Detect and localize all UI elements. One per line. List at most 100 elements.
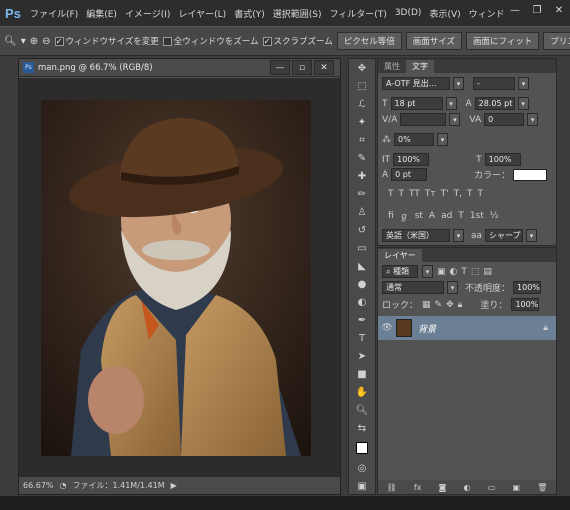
minimize-icon[interactable]: — [504,0,526,20]
link-layers-icon[interactable]: ⛓ [387,483,397,492]
dodge-tool-icon[interactable]: ◐ [349,293,375,311]
underline-icon[interactable]: T [467,189,473,199]
restore-icon[interactable]: ❐ [526,0,548,20]
menu-view[interactable]: 表示(V) [425,7,464,20]
layer-style-icon[interactable]: fx [414,483,422,492]
eraser-tool-icon[interactable]: ▭ [349,239,375,257]
actual-pixels-button[interactable]: ピクセル等倍 [336,32,402,50]
superscript-icon[interactable]: T' [441,189,449,199]
chevron-down-icon[interactable]: ▾ [437,133,448,146]
color-swatch[interactable] [513,168,548,181]
all-windows-checkbox[interactable]: 全ウィンドウをズーム [162,35,259,47]
doc-restore-icon[interactable]: ▫ [292,60,312,75]
chevron-down-icon[interactable]: ▾ [445,97,457,110]
checkbox-unchecked-icon[interactable] [162,36,172,46]
doc-close-icon[interactable]: ✕ [314,60,334,75]
lock-all-icon[interactable]: 🔒︎ [458,300,463,310]
strikethrough-icon[interactable]: T [477,189,483,199]
lock-position-icon[interactable]: ✥ [446,300,454,310]
lock-transparent-icon[interactable]: ▦ [422,300,431,310]
fill-field[interactable]: 100% [511,298,540,311]
crop-tool-icon[interactable]: ⌗ [349,131,375,149]
menu-edit[interactable]: 編集(E) [82,7,121,20]
horizontal-scale-field[interactable]: 100% [484,153,521,166]
move-tool-icon[interactable]: ✥ [349,59,375,77]
brush-tool-icon[interactable]: ✏ [349,185,375,203]
hand-tool-icon[interactable]: ✋ [349,383,375,401]
antialias-select[interactable]: シャープ [485,229,524,242]
vertical-scale-field[interactable]: 100% [393,153,430,166]
font-size-field[interactable]: 18 pt [390,97,443,110]
paint-bucket-tool-icon[interactable]: ◣ [349,257,375,275]
history-brush-tool-icon[interactable]: ↺ [349,221,375,239]
menu-image[interactable]: イメージ(I) [121,7,175,20]
screen-mode-icon[interactable]: ▣ [349,477,375,495]
print-size-button[interactable]: プリント [543,32,570,50]
zoom-out-icon[interactable]: ⊖ [42,33,50,49]
font-family-field[interactable]: A-OTF 見出... [382,77,450,90]
tsume-field[interactable]: 0% [394,133,434,146]
doc-minimize-icon[interactable]: — [270,60,290,75]
type-tool-icon[interactable]: T [349,329,375,347]
clone-stamp-tool-icon[interactable]: ♙ [349,203,375,221]
filter-type-icon[interactable]: T [461,267,467,277]
zoom-level[interactable]: 66.67% [23,481,54,490]
path-selection-tool-icon[interactable]: ➤ [349,347,375,365]
chevron-down-icon[interactable]: ▾ [449,113,461,126]
document-tab[interactable]: Ps man.png @ 66.7% (RGB/8) — ▫ ✕ [19,59,340,77]
close-icon[interactable]: ✕ [548,0,570,20]
small-caps-icon[interactable]: Tт [425,189,436,199]
canvas-area[interactable] [19,78,340,477]
magic-wand-tool-icon[interactable]: ✦ [349,113,375,131]
chevron-down-icon[interactable]: ▾ [526,229,538,242]
healing-brush-tool-icon[interactable]: ✚ [349,167,375,185]
status-icon[interactable]: ◔ [60,481,67,490]
menu-select[interactable]: 選択範囲(S) [269,7,326,20]
add-mask-icon[interactable]: ◙ [439,483,447,492]
old-style-icon[interactable]: ℊ [400,209,409,222]
scrubby-zoom-checkbox[interactable]: ✓ スクラブズーム [262,35,333,47]
faux-bold-icon[interactable]: T [388,189,394,199]
resize-windows-checkbox[interactable]: ✓ ウィンドウサイズを変更 [54,35,159,47]
blend-mode-select[interactable]: 通常 [382,281,444,294]
swap-colors-icon[interactable]: ⇆ [349,419,375,437]
language-select[interactable]: 英語（米国） [382,229,450,242]
zoom-in-icon[interactable]: ⊕ [30,33,38,49]
zoom-tool-icon[interactable]: 🔍︎ [4,33,17,49]
rectangle-tool-icon[interactable]: ■ [349,365,375,383]
tab-character[interactable]: 文字 [406,60,434,73]
quick-mask-icon[interactable]: ◎ [349,459,375,477]
fit-screen-button[interactable]: 画面サイズ [405,32,463,50]
visibility-eye-icon[interactable]: 👁︎ [378,323,396,333]
leading-field[interactable]: 28.05 pt [474,97,515,110]
chevron-down-icon[interactable]: ▾ [517,97,529,110]
photo-image[interactable] [41,100,311,456]
chevron-down-icon[interactable]: ▾ [453,77,464,90]
layer-row-background[interactable]: 👁︎ 背景 🔒︎ [378,316,556,340]
subscript-icon[interactable]: T, [454,189,462,199]
baseline-shift-field[interactable]: 0 pt [391,168,428,181]
blur-tool-icon[interactable]: ● [349,275,375,293]
swash-icon[interactable]: A [429,211,435,221]
new-layer-icon[interactable]: ▣ [512,483,520,492]
chevron-down-icon[interactable]: ▾ [21,33,26,49]
kerning-field[interactable] [400,113,447,126]
chevron-down-icon[interactable]: ▾ [422,265,433,278]
filter-shape-icon[interactable]: ⬚ [471,267,480,277]
lock-image-icon[interactable]: ✎ [435,300,443,310]
zoom-tool-icon[interactable]: 🔍︎ [349,401,375,419]
eyedropper-tool-icon[interactable]: ✎ [349,149,375,167]
lasso-tool-icon[interactable]: ℒ [349,95,375,113]
menu-window[interactable]: ウィンド [465,7,509,20]
chevron-down-icon[interactable]: ▾ [518,77,529,90]
discretionary-ligatures-icon[interactable]: st [415,211,423,221]
tab-layers[interactable]: レイヤー [378,249,422,262]
filter-adjustment-icon[interactable]: ◐ [450,267,458,277]
titling-alternates-icon[interactable]: T [458,211,464,221]
trash-icon[interactable]: 🗑︎ [537,483,547,492]
filter-smart-object-icon[interactable]: ▤ [483,267,492,277]
new-group-icon[interactable]: ▭ [488,483,496,492]
ligatures-icon[interactable]: fi [388,211,394,221]
menu-3d[interactable]: 3D(D) [391,8,426,18]
faux-italic-icon[interactable]: T [399,189,405,199]
